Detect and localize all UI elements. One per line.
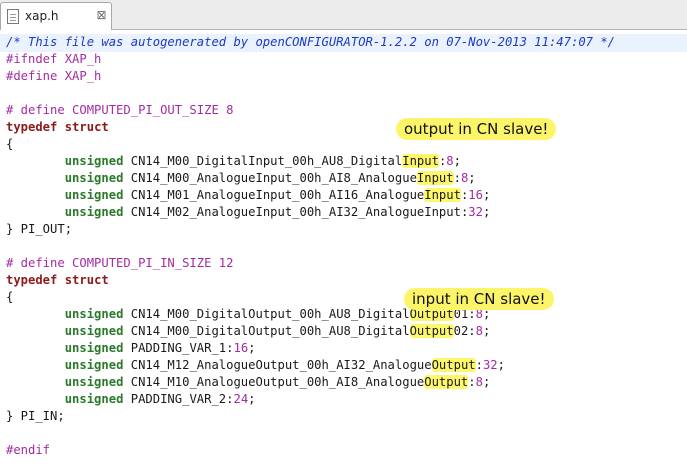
field-terminator: ; (453, 154, 461, 168)
unsigned-keyword: unsigned (64, 358, 124, 372)
ifndef-directive: #ifndef XAP_h (6, 52, 102, 66)
highlighted-term: Output (431, 358, 476, 372)
out-fields: unsigned CN14_M00_DigitalInput_00h_AU8_D… (6, 153, 615, 221)
field-name: CN14_M00_AnalogueInput_00h_AI8_Analogue (130, 171, 417, 185)
bit-width: 8 (475, 324, 483, 338)
define-in-size: # define COMPUTED_PI_IN_SIZE 12 (6, 256, 234, 270)
typedef-line-in: typedef struct (6, 272, 615, 289)
in-fields: unsigned CN14_M00_DigitalOutput_00h_AU8_… (6, 306, 615, 408)
field-terminator: ; (482, 375, 491, 389)
highlighted-term: Input (402, 154, 439, 168)
field-separator: : (468, 375, 476, 389)
field-name: CN14_M10_AnalogueOutput_00h_AI8_Analogue (130, 375, 425, 389)
field-name: CN14_M02_AnalogueInput_00h_AI32_Analogue… (130, 205, 461, 219)
code-text: /* This file was autogenerated by openCO… (6, 34, 615, 459)
struct-keyword: struct (64, 273, 109, 287)
field-terminator: ; (468, 171, 476, 185)
struct-field: unsigned PADDING_VAR_1:16; (6, 340, 615, 357)
endif-directive: #endif (6, 443, 51, 457)
bit-width: 8 (446, 154, 454, 168)
field-separator: : (475, 358, 483, 372)
bit-width: 32 (482, 358, 498, 372)
tab-xap-h[interactable]: xap.h ⊠ (0, 2, 112, 30)
pi-out-line: } PI_OUT; (6, 222, 73, 236)
unsigned-keyword: unsigned (64, 324, 124, 338)
unsigned-keyword: unsigned (64, 307, 124, 321)
struct-field: unsigned CN14_M10_AnalogueOutput_00h_AI8… (6, 374, 615, 391)
define-out-size: # define COMPUTED_PI_OUT_SIZE 8 (6, 103, 234, 117)
field-name: CN14_M01_AnalogueInput_00h_AI16_Analogue (130, 188, 425, 202)
struct-field: unsigned PADDING_VAR_2:24; (6, 391, 615, 408)
field-separator: 02: (453, 324, 476, 338)
unsigned-keyword: unsigned (64, 392, 124, 406)
field-name: PADDING_VAR_2 (130, 392, 227, 406)
unsigned-keyword: unsigned (64, 171, 124, 185)
struct-field: unsigned CN14_M00_DigitalOutput_00h_AU8_… (6, 323, 615, 340)
tab-bar: xap.h ⊠ (0, 0, 687, 30)
highlighted-term: Input (416, 171, 454, 185)
struct-field: unsigned CN14_M01_AnalogueInput_00h_AI16… (6, 187, 615, 204)
struct-field: unsigned CN14_M00_DigitalInput_00h_AU8_D… (6, 153, 615, 170)
unsigned-keyword: unsigned (64, 154, 124, 168)
text-file-icon (7, 9, 19, 24)
typedef-keyword: typedef (6, 120, 58, 134)
field-terminator: ; (482, 324, 491, 338)
unsigned-keyword: unsigned (64, 188, 124, 202)
unsigned-keyword: unsigned (64, 341, 124, 355)
struct-field: unsigned CN14_M00_AnalogueInput_00h_AI8_… (6, 170, 615, 187)
file-comment: /* This file was autogenerated by openCO… (6, 35, 616, 49)
field-separator: : (453, 171, 461, 185)
highlighted-term: Input (424, 188, 461, 202)
struct-field: unsigned CN14_M12_AnalogueOutput_00h_AI3… (6, 357, 615, 374)
field-terminator: ; (497, 358, 505, 372)
highlighted-term: Output (424, 375, 469, 389)
typedef-keyword: typedef (6, 273, 58, 287)
field-terminator: ; (248, 392, 256, 406)
highlighted-term: Output (409, 324, 454, 338)
field-terminator: ; (482, 205, 491, 219)
annotation-input-note: input in CN slave! (404, 288, 554, 310)
bit-width: 24 (233, 392, 249, 406)
struct-keyword: struct (64, 120, 109, 134)
unsigned-keyword: unsigned (64, 205, 124, 219)
struct-field: unsigned CN14_M02_AnalogueInput_00h_AI32… (6, 204, 615, 221)
field-name: PADDING_VAR_1 (130, 341, 227, 355)
annotation-output-note: output in CN slave! (396, 118, 557, 140)
bit-width: 16 (233, 341, 249, 355)
close-icon[interactable]: ⊠ (95, 9, 108, 22)
bit-width: 8 (475, 375, 483, 389)
bit-width: 16 (468, 188, 483, 202)
field-terminator: ; (482, 188, 491, 202)
field-name: CN14_M00_DigitalInput_00h_AU8_Digital (130, 154, 403, 168)
field-terminator: ; (248, 341, 256, 355)
field-name: CN14_M12_AnalogueOutput_00h_AI32_Analogu… (130, 358, 432, 372)
tab-label: xap.h (25, 9, 59, 23)
bit-width: 32 (468, 205, 483, 219)
code-editor[interactable]: /* This file was autogenerated by openCO… (0, 34, 687, 467)
pi-in-line: } PI_IN; (6, 409, 65, 423)
field-name: CN14_M00_DigitalOutput_00h_AU8_Digital (130, 307, 410, 321)
define-directive: #define XAP_h (6, 69, 102, 83)
unsigned-keyword: unsigned (64, 375, 124, 389)
field-name: CN14_M00_DigitalOutput_00h_AU8_Digital (130, 324, 410, 338)
